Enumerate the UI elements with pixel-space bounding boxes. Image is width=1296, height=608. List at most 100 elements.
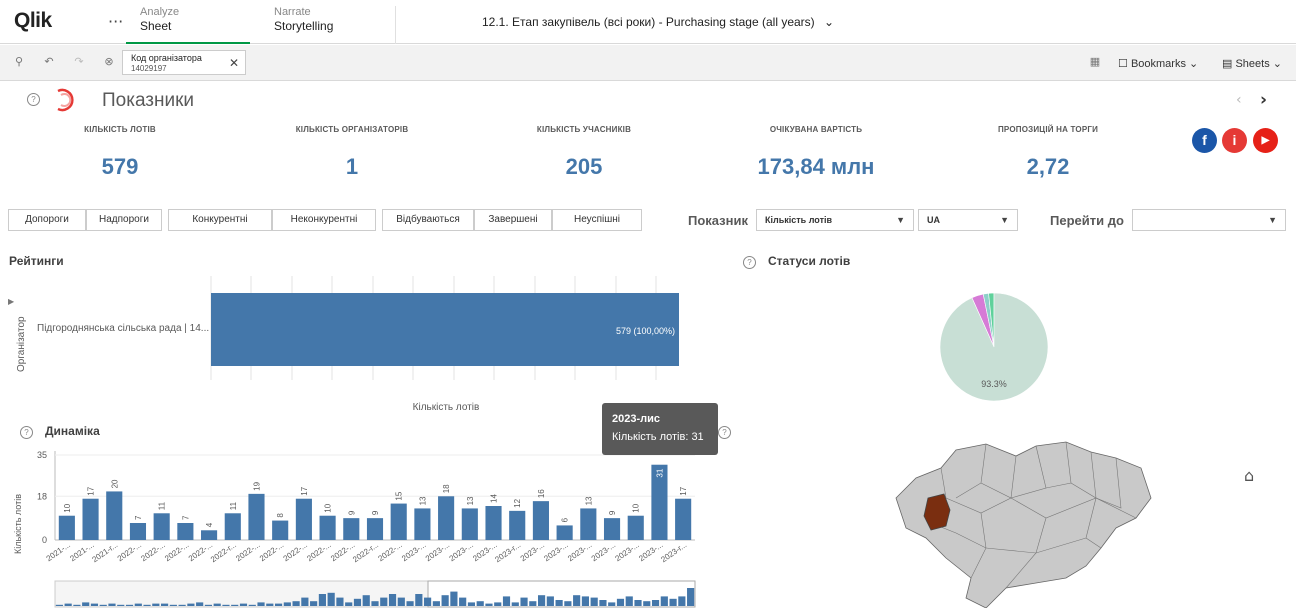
dynamics-bar[interactable] — [248, 493, 265, 540]
more-menu-button[interactable]: ··· — [108, 12, 123, 31]
facebook-icon[interactable]: f — [1192, 128, 1217, 153]
kpi-label: ОЧІКУВАНА ВАРТІСТЬ — [769, 125, 863, 134]
clear-selections-icon[interactable]: ⊗ — [102, 55, 116, 69]
expand-arrow-icon[interactable]: ▶ — [8, 297, 15, 306]
dynamics-bar[interactable] — [129, 523, 147, 540]
bar-value-label: 7 — [181, 515, 190, 520]
minimap-bar — [196, 602, 204, 606]
next-sheet-icon[interactable]: › — [1260, 90, 1267, 110]
minimap-bar — [362, 595, 370, 606]
filter-button[interactable]: Неуспішні — [552, 209, 642, 231]
selection-value: 14029197 — [131, 64, 167, 73]
dynamics-y-label: Кількість лотів — [13, 494, 23, 554]
minimap-bar — [345, 602, 353, 606]
filter-button[interactable]: Відбуваються — [382, 209, 474, 231]
step-back-icon[interactable]: ↶ — [42, 55, 56, 69]
app-title-dropdown[interactable]: 12.1. Етап закупівель (всі роки) - Purch… — [482, 15, 834, 29]
dynamics-bar[interactable] — [627, 515, 644, 540]
minimap-bar — [669, 598, 677, 606]
dynamics-bars: 102021-...172021-...202021-г...72022-...… — [45, 464, 692, 564]
dynamics-bar[interactable] — [153, 513, 170, 540]
dynamics-bar[interactable] — [485, 506, 502, 540]
dynamics-bar[interactable] — [438, 496, 455, 540]
tab-analyze[interactable]: Analyze Sheet — [126, 6, 250, 44]
dynamics-minimap[interactable] — [54, 580, 696, 608]
bookmarks-button[interactable]: ☐ Bookmarks ⌄ — [1118, 57, 1198, 70]
filter-button[interactable]: Неконкурентні — [272, 209, 376, 231]
help-icon[interactable]: ? — [718, 426, 731, 439]
x-tick-label: 2022-... — [163, 540, 190, 563]
dynamics-bar[interactable] — [675, 498, 692, 540]
sheets-button[interactable]: ▤ Sheets ⌄ — [1222, 57, 1282, 70]
home-icon[interactable]: ⌂ — [1244, 466, 1254, 485]
qlik-logo[interactable]: Qlik — [14, 9, 52, 33]
dropdown-arrow-icon: ▼ — [1268, 215, 1277, 225]
bar-value-label: 7 — [134, 515, 143, 520]
filter-button[interactable]: Надпороги — [86, 209, 162, 231]
help-icon[interactable]: ? — [743, 256, 756, 269]
dynamics-bar[interactable] — [532, 501, 549, 540]
filter-button[interactable]: Конкурентні — [168, 209, 272, 231]
bar-value-label: 31 — [655, 468, 664, 477]
bar-value-label: 10 — [63, 503, 72, 512]
dynamics-bar[interactable] — [295, 498, 312, 540]
dynamics-bar[interactable] — [58, 515, 75, 540]
minimap-bar — [64, 603, 72, 606]
previous-sheet-icon[interactable]: ‹ — [1236, 92, 1242, 108]
info-icon[interactable]: i — [1222, 128, 1247, 153]
indicator-dropdown[interactable]: Кількість лотів ▼ — [756, 209, 914, 231]
help-icon[interactable]: ? — [20, 426, 33, 439]
dynamics-bar[interactable] — [106, 491, 123, 540]
ratings-category-label[interactable]: Підгороднянська сільська рада | 14... — [37, 323, 209, 334]
dynamics-bar[interactable] — [461, 508, 478, 540]
country-dropdown[interactable]: UA ▼ — [918, 209, 1018, 231]
logo-text: Qlik — [14, 9, 52, 32]
dynamics-bar[interactable] — [390, 503, 407, 540]
ratings-bar[interactable] — [211, 293, 679, 366]
dynamics-bar[interactable] — [82, 498, 99, 540]
minimap-bar — [161, 603, 169, 606]
tab-narrate-label: Storytelling — [274, 19, 334, 33]
dynamics-bar[interactable] — [509, 510, 526, 540]
minimap-bar — [222, 604, 230, 606]
dynamics-bar[interactable] — [177, 523, 194, 540]
bar-value-label: 6 — [561, 517, 570, 522]
selection-chip[interactable]: Код організатора 14029197 ✕ — [122, 50, 246, 75]
dynamics-bar[interactable] — [603, 518, 621, 540]
bar-value-label: 9 — [371, 510, 380, 515]
map-selected-region[interactable] — [923, 493, 951, 531]
filter-button[interactable]: Допороги — [8, 209, 86, 231]
help-icon[interactable]: ? — [27, 93, 40, 106]
dynamics-bar[interactable] — [272, 520, 289, 540]
bar-value-label: 17 — [679, 486, 688, 495]
minimap-bar — [581, 596, 589, 606]
minimap-bar — [529, 601, 537, 606]
x-tick-label: 2023-... — [400, 540, 427, 563]
filter-button[interactable]: Завершені — [474, 209, 552, 231]
close-icon[interactable]: ✕ — [229, 56, 239, 70]
dynamics-bar[interactable] — [343, 518, 360, 540]
x-tick-label: 2022-... — [305, 540, 332, 563]
minimap-bar — [660, 596, 668, 606]
kpi-value: 2,72 — [1026, 154, 1070, 179]
grid-icon[interactable]: ▦ — [1088, 55, 1102, 69]
tab-narrate[interactable]: Narrate Storytelling — [260, 6, 396, 44]
tab-analyze-label: Sheet — [140, 19, 172, 33]
ukraine-map[interactable] — [886, 438, 1156, 608]
dynamics-bar[interactable] — [366, 518, 384, 540]
step-forward-icon[interactable]: ↷ — [72, 55, 86, 69]
ratings-chart: ▶ Організатор Підгороднянська сільська р… — [8, 276, 679, 413]
minimap-bar — [108, 603, 116, 606]
goto-dropdown[interactable]: ▼ — [1132, 209, 1286, 231]
bar-value-label: 18 — [442, 484, 451, 493]
x-tick-label: 2023-... — [424, 540, 451, 563]
dynamics-bar[interactable] — [319, 515, 336, 540]
dynamics-bar[interactable] — [414, 508, 431, 540]
dynamics-bar[interactable] — [224, 513, 241, 540]
smart-search-icon[interactable]: ⚲ — [12, 55, 26, 69]
dynamics-bar[interactable] — [580, 508, 597, 540]
tab-narrate-top: Narrate — [274, 6, 311, 18]
dynamics-bar[interactable] — [556, 525, 573, 540]
youtube-icon[interactable]: ▶ — [1253, 128, 1278, 153]
dynamics-bar[interactable] — [201, 530, 218, 540]
